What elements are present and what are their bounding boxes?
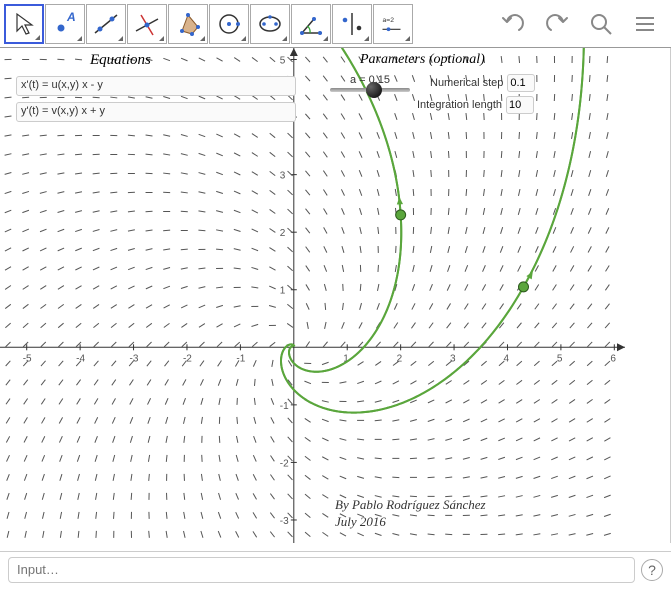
undo-button[interactable] — [493, 4, 533, 44]
integration-length-input[interactable] — [506, 96, 534, 114]
svg-text:-3: -3 — [280, 516, 289, 527]
svg-text:5: 5 — [557, 353, 563, 364]
svg-text:3: 3 — [450, 353, 456, 364]
svg-text:4: 4 — [503, 353, 509, 364]
xprime-input[interactable]: x'(t) = u(x,y) x - y — [16, 76, 296, 96]
yprime-input[interactable]: y'(t) = v(x,y) x + y — [16, 102, 296, 122]
phase-plot: -5-4-3-2-1123456-3-2-112345 — [0, 48, 625, 543]
help-button[interactable]: ? — [641, 559, 663, 581]
tool-point[interactable]: A — [45, 4, 85, 44]
equations-header: Equations — [90, 52, 151, 69]
a-slider[interactable]: a = 0.15 — [330, 74, 410, 92]
numerical-step-field: Numerical step — [430, 74, 535, 92]
credit-text: By Pablo Rodríguez Sánchez July 2016 — [335, 497, 486, 531]
tool-ellipse[interactable] — [250, 4, 290, 44]
graphics-view[interactable]: -5-4-3-2-1123456-3-2-112345 Equations Pa… — [0, 48, 671, 543]
svg-text:3: 3 — [280, 171, 286, 182]
redo-button[interactable] — [537, 4, 577, 44]
svg-text:-1: -1 — [280, 401, 289, 412]
tool-circle[interactable] — [209, 4, 249, 44]
svg-text:-4: -4 — [76, 353, 85, 364]
command-input[interactable] — [8, 557, 635, 583]
numerical-step-input[interactable] — [507, 74, 535, 92]
svg-text:-3: -3 — [130, 353, 139, 364]
toolbar: A a=2 — [0, 0, 671, 48]
svg-text:-2: -2 — [280, 458, 289, 469]
parameters-header: Parameters (optional) — [360, 52, 485, 68]
tool-reflect[interactable] — [332, 4, 372, 44]
svg-text:5: 5 — [280, 56, 286, 67]
input-bar: ? — [0, 551, 671, 587]
tool-angle[interactable] — [291, 4, 331, 44]
integration-length-field: Integration length — [417, 96, 534, 114]
search-button[interactable] — [581, 4, 621, 44]
svg-text:6: 6 — [610, 353, 616, 364]
tool-line[interactable] — [86, 4, 126, 44]
svg-text:1: 1 — [280, 286, 286, 297]
svg-text:A: A — [66, 10, 76, 24]
svg-text:a=2: a=2 — [383, 16, 395, 23]
svg-text:2: 2 — [280, 228, 286, 239]
tool-slider[interactable]: a=2 — [373, 4, 413, 44]
tool-move[interactable] — [4, 4, 44, 44]
tool-perpendicular[interactable] — [127, 4, 167, 44]
tool-polygon[interactable] — [168, 4, 208, 44]
menu-button[interactable] — [625, 4, 665, 44]
svg-text:-5: -5 — [23, 353, 32, 364]
main-area: -5-4-3-2-1123456-3-2-112345 Equations Pa… — [0, 48, 671, 543]
